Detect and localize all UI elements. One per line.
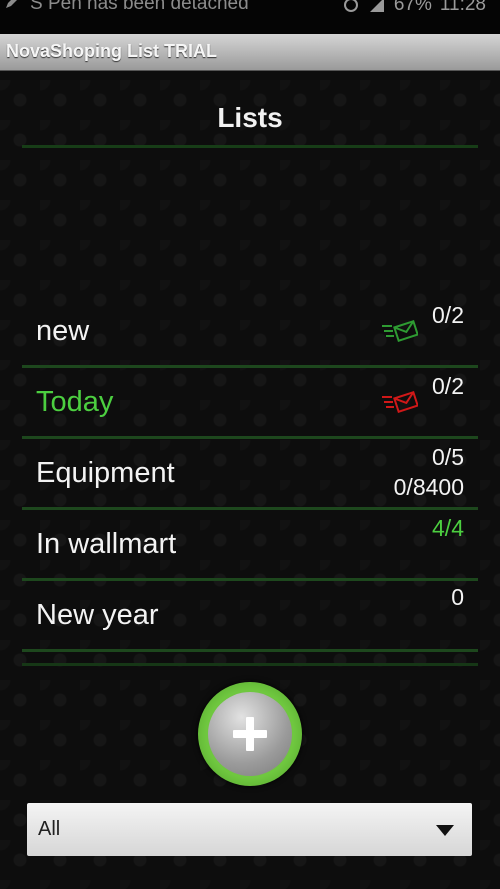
add-button-face — [208, 692, 292, 776]
dropdown-arrow-icon — [436, 825, 454, 836]
list-item-name: Today — [36, 386, 114, 418]
screen: S Pen has been detached 67% 11:28 NovaSh… — [0, 0, 500, 889]
battery-percent: 67% — [393, 0, 432, 15]
red-mail-icon — [382, 391, 418, 413]
plus-icon — [233, 717, 267, 751]
list-item-name: new — [36, 315, 90, 347]
green-mail-icon — [382, 320, 418, 342]
list-item-in-wallmart[interactable]: In wallmart 4/4 — [22, 509, 478, 581]
list-item-new[interactable]: new 0/2 — [22, 296, 478, 368]
row-divider — [22, 649, 478, 652]
list-item-count: 0/5 — [432, 444, 464, 470]
list-item-count: 4/4 — [432, 515, 464, 541]
list-item-count: 0/2 — [432, 302, 464, 328]
filter-select[interactable]: All — [27, 803, 472, 856]
status-indicators: 67% 11:28 — [342, 0, 486, 16]
list-item-name: In wallmart — [36, 528, 177, 560]
alarm-icon — [343, 0, 358, 12]
pen-icon — [6, 0, 17, 8]
signal-icon — [369, 0, 384, 12]
list-item-new-year[interactable]: New year 0 — [22, 580, 478, 652]
list-item-count: 0/2 — [432, 373, 464, 399]
status-time: 11:28 — [439, 0, 486, 15]
title-divider — [22, 145, 478, 148]
page-title: Lists — [217, 102, 283, 133]
list-item-name: New year — [36, 599, 159, 631]
list-bottom-divider — [22, 663, 478, 666]
list-item-extra-count: 0/8400 — [393, 474, 464, 500]
add-list-button[interactable] — [198, 682, 302, 786]
status-notification: S Pen has been detached — [30, 0, 249, 14]
status-bar: S Pen has been detached 67% 11:28 — [0, 0, 500, 34]
filter-selected-value: All — [38, 818, 61, 840]
app-title-bar: NovaShoping List TRIAL — [0, 34, 500, 71]
list-item-name: Equipment — [36, 457, 175, 489]
list-item-equipment[interactable]: Equipment 0/5 0/8400 — [22, 438, 478, 510]
list-item-count: 0 — [451, 584, 464, 610]
list-item-today[interactable]: Today 0/2 — [22, 367, 478, 439]
app-title: NovaShoping List TRIAL — [6, 41, 217, 61]
